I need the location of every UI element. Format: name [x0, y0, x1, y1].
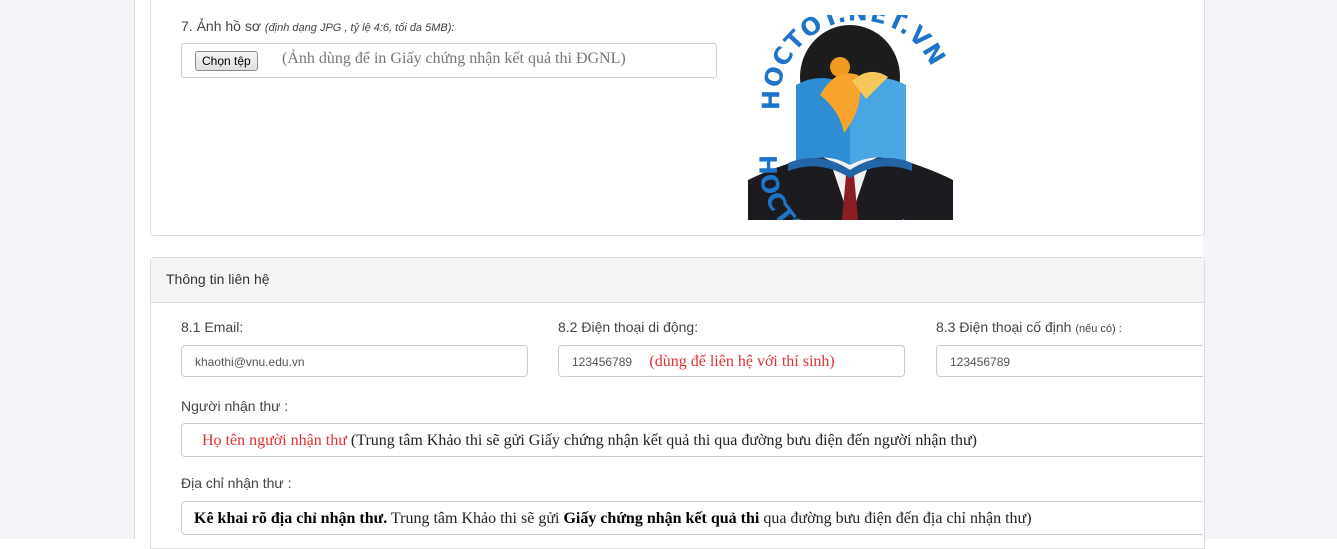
landline-value: 123456789: [950, 355, 1011, 369]
photo-label-hint: (định dạng JPG , tỷ lệ 4:6, tối đa 5MB):: [264, 22, 455, 34]
photo-label: 7. Ảnh hồ sơ (định dạng JPG , tỷ lệ 4:6,…: [181, 18, 454, 34]
email-value: khaothi@vnu.edu.vn: [195, 355, 305, 369]
photo-label-text: 7. Ảnh hồ sơ: [181, 18, 262, 34]
contact-panel-title: Thông tin liên hệ: [166, 271, 270, 287]
page-left-margin: [0, 0, 135, 539]
address-label: Địa chỉ nhận thư :: [181, 475, 292, 491]
mobile-field[interactable]: 123456789 (dùng để liên hệ với thí sinh): [558, 345, 905, 377]
recipient-field[interactable]: Họ tên người nhận thư (Trung tâm Khảo th…: [181, 423, 1203, 457]
recipient-label: Người nhận thư :: [181, 398, 289, 414]
photo-panel: [150, 0, 1205, 236]
address-hint-text-1: Trung tâm Khảo thi sẽ gửi: [387, 510, 564, 527]
address-hint-bold-2: Giấy chứng nhận kết quả thi: [563, 510, 760, 527]
email-label: 8.1 Email:: [181, 319, 244, 335]
email-field[interactable]: khaothi@vnu.edu.vn: [181, 345, 528, 377]
profile-photo-image: HOCTOT.NET.VN HOCTOT.NET.VN: [748, 15, 953, 220]
photo-file-input[interactable]: Chọn tệp (Ảnh dùng để in Giấy chứng nhận…: [181, 43, 717, 78]
mobile-label: 8.2 Điện thoại di động:: [558, 319, 699, 335]
mobile-note: (dùng để liên hệ với thí sinh): [649, 353, 835, 370]
page-right-margin: [1203, 0, 1337, 539]
landline-label-note: (nếu có) :: [1075, 323, 1122, 335]
landline-label: 8.3 Điện thoại cố định (nếu có) :: [936, 319, 1122, 335]
choose-file-button[interactable]: Chọn tệp: [195, 51, 258, 71]
contact-panel-header: Thông tin liên hệ: [151, 258, 1204, 303]
landline-field[interactable]: 123456789: [936, 345, 1203, 377]
address-hint-text-2: qua đường bưu điện đến địa chỉ nhận thư): [759, 510, 1032, 527]
address-hint-bold-1: Kê khai rõ địa chỉ nhận thư.: [194, 510, 388, 527]
address-field[interactable]: Kê khai rõ địa chỉ nhận thư. Trung tâm K…: [181, 501, 1203, 535]
recipient-placeholder-rest: (Trung tâm Khảo thi sẽ gửi Giấy chứng nh…: [346, 432, 977, 449]
profile-photo: HOCTOT.NET.VN HOCTOT.NET.VN: [748, 15, 953, 220]
landline-label-text: 8.3 Điện thoại cố định: [936, 319, 1072, 335]
recipient-placeholder-red: Họ tên người nhận thư: [202, 432, 347, 449]
photo-file-hint: (Ảnh dùng để in Giấy chứng nhận kết quả …: [282, 50, 626, 67]
mobile-value: 123456789: [572, 355, 633, 369]
